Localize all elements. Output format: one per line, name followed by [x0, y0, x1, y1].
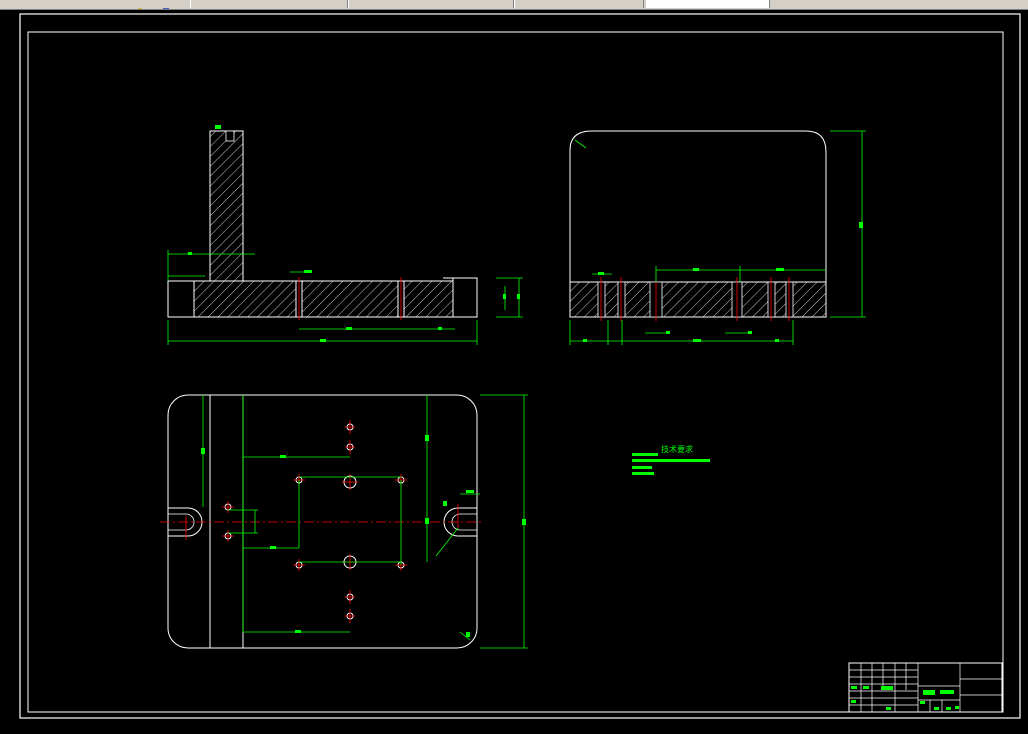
shield-icon[interactable]	[162, 0, 170, 9]
plate-outline	[167, 394, 478, 649]
notes-line-3	[632, 466, 652, 469]
notes-line-1	[632, 453, 658, 456]
notes-title: 技术要求	[661, 444, 693, 454]
lineweight-dropdown[interactable]	[646, 0, 770, 8]
front-section-view	[167, 125, 523, 345]
technical-notes: 技术要求	[632, 444, 710, 475]
drawing-canvas[interactable]: 技术要求	[0, 10, 1028, 734]
notes-line-2	[632, 459, 710, 462]
inner-frame	[27, 31, 1004, 713]
hole-pattern	[224, 423, 405, 620]
toolbar	[0, 0, 1028, 10]
notes-line-4	[632, 472, 654, 475]
linetype-dropdown[interactable]	[514, 0, 644, 8]
post-section	[209, 130, 244, 282]
top-view	[160, 394, 528, 649]
side-section-view	[569, 130, 866, 345]
outer-frame	[19, 13, 1021, 719]
layer-dropdown[interactable]	[190, 0, 348, 8]
base-section	[167, 280, 456, 318]
title-block	[848, 662, 1003, 713]
layer-icon[interactable]	[136, 0, 144, 9]
color-dropdown[interactable]	[348, 0, 514, 8]
side-outline	[569, 130, 827, 282]
